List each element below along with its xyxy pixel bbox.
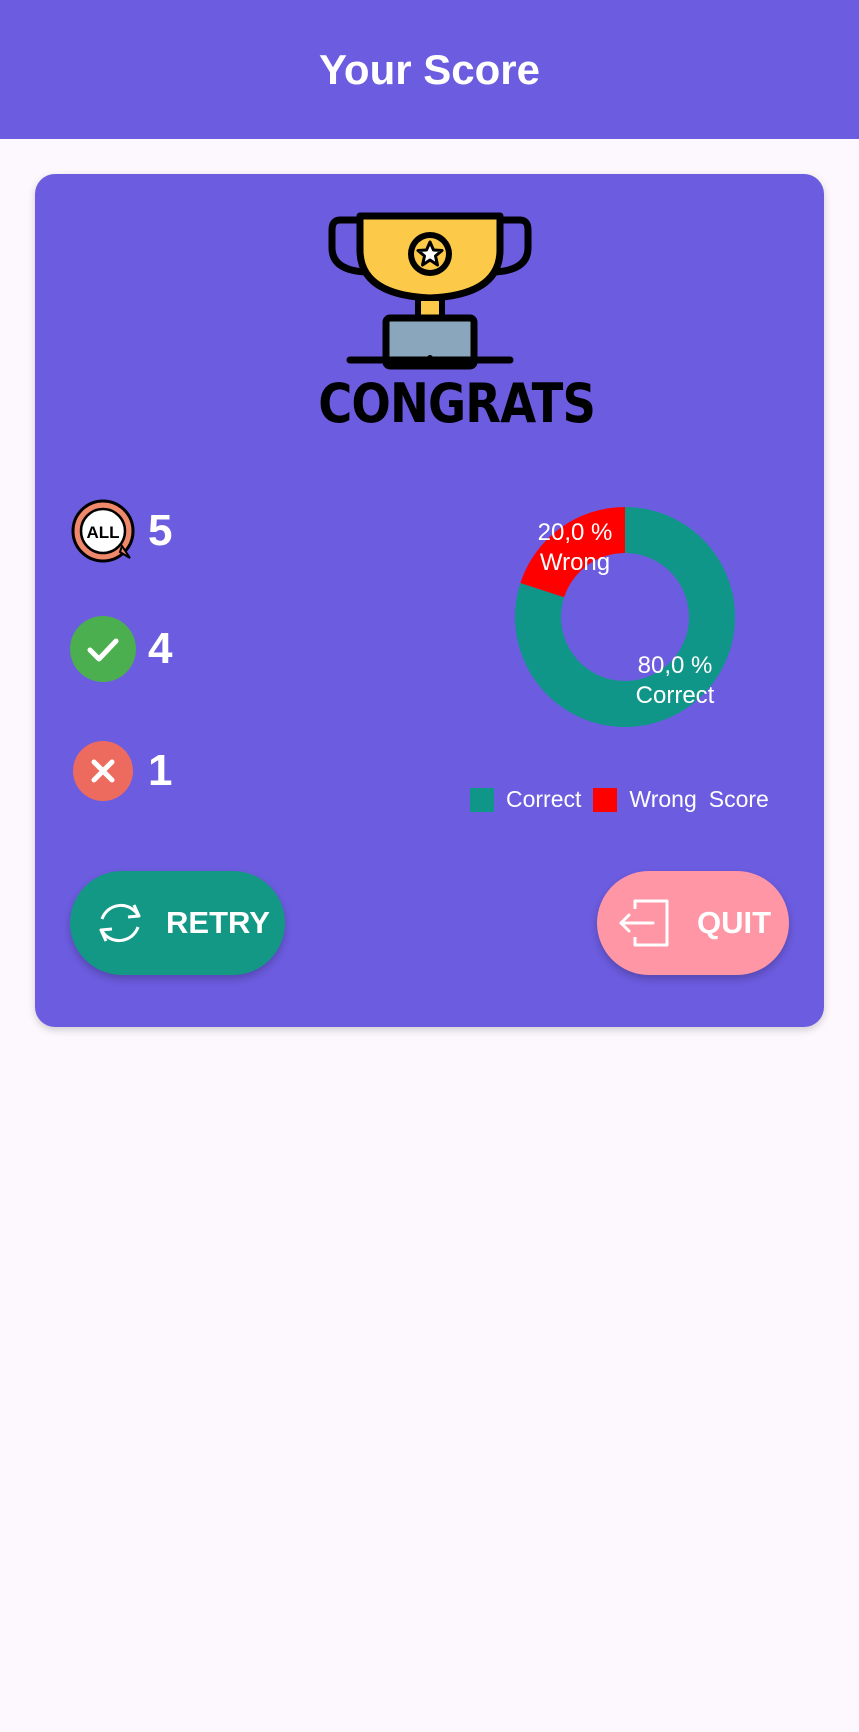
slice-name-label-correct: Correct — [636, 682, 715, 709]
exit-icon — [619, 899, 669, 947]
quit-label: QUIT — [697, 905, 772, 940]
stat-total: ALL 5 — [70, 498, 172, 564]
wrong-count: 1 — [148, 746, 173, 795]
svg-text:ALL: ALL — [86, 523, 119, 542]
retry-label: RETRY — [166, 905, 270, 940]
score-chart: 80,0 % Correct 20,0 % Wrong — [500, 490, 760, 750]
legend-label-correct: Correct — [506, 786, 582, 812]
x-circle-icon — [73, 741, 133, 801]
chart-legend: Correct Wrong Score — [470, 786, 769, 813]
donut-chart: 80,0 % Correct 20,0 % Wrong — [515, 507, 735, 727]
congrats-label: CONGRATS — [318, 372, 596, 435]
trophy-icon — [328, 212, 532, 370]
quit-button[interactable]: QUIT — [597, 871, 789, 975]
correct-count: 4 — [148, 624, 173, 673]
stat-wrong: 1 — [70, 738, 172, 804]
total-count: 5 — [148, 506, 173, 555]
legend-item-wrong: Wrong — [593, 786, 697, 813]
slice-value-label-correct: 80,0 % — [638, 652, 713, 679]
legend-swatch-correct — [470, 787, 494, 812]
stat-correct: 4 — [70, 616, 172, 682]
page-title: Your Score — [319, 45, 540, 93]
slice-value-label-wrong: 20,0 % — [538, 519, 613, 546]
refresh-icon — [99, 903, 141, 943]
retry-button[interactable]: RETRY — [70, 871, 285, 975]
app-bar: Your Score — [0, 0, 859, 139]
legend-title: Score — [708, 786, 769, 812]
all-questions-icon: ALL — [71, 499, 135, 563]
slice-name-label-wrong: Wrong — [540, 549, 610, 576]
legend-label-wrong: Wrong — [629, 786, 697, 812]
legend-item-correct: Correct — [470, 786, 581, 813]
legend-swatch-wrong — [593, 787, 618, 812]
check-circle-icon — [70, 616, 136, 682]
